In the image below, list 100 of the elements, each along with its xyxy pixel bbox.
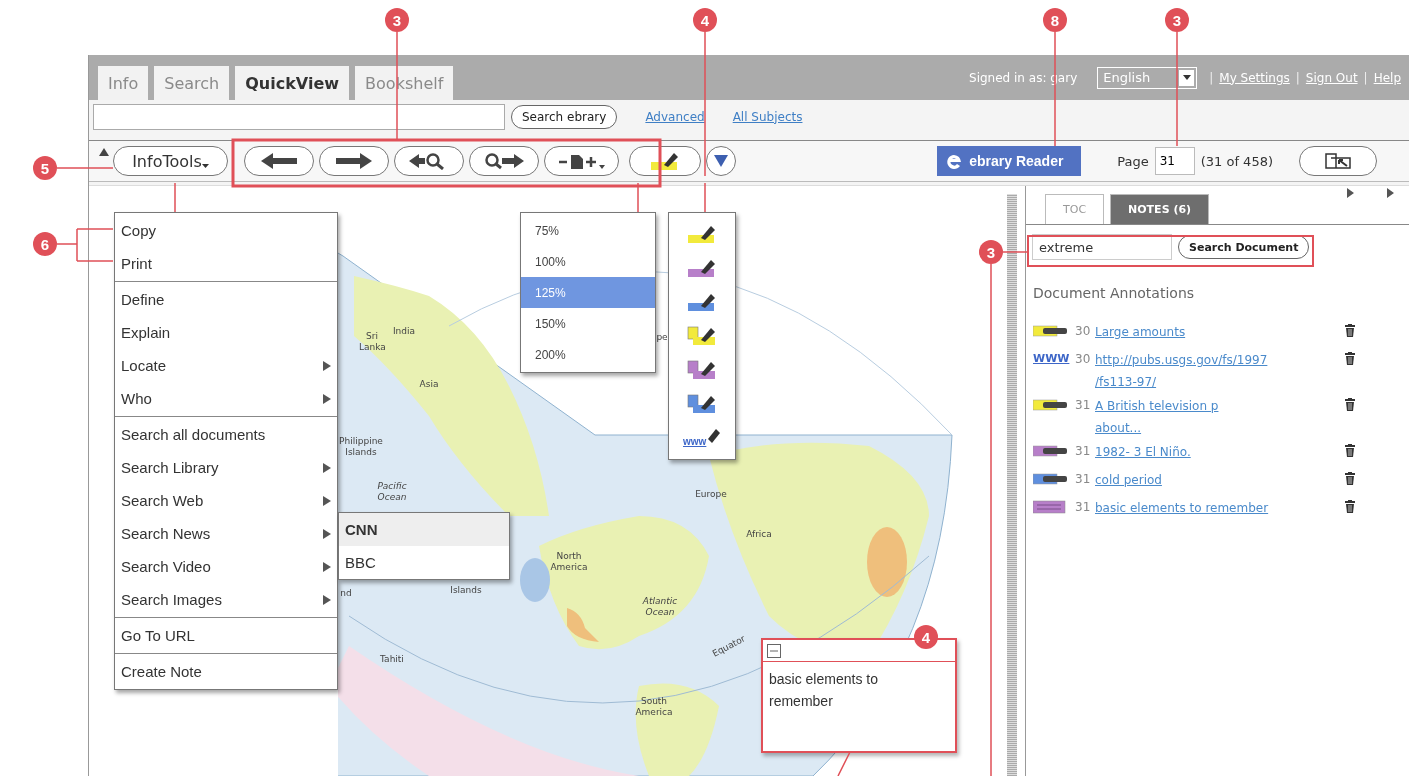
annotation-link[interactable]: http://pubs.usgs.gov/fs/1997 bbox=[1095, 349, 1345, 371]
submenu-arrow-icon bbox=[323, 360, 331, 371]
menu-item[interactable]: Search all documents bbox=[115, 418, 337, 451]
annotation-link[interactable]: Large amounts bbox=[1095, 321, 1345, 343]
menu-item[interactable]: Search News bbox=[115, 517, 337, 550]
callout-number: 4 bbox=[693, 8, 717, 32]
annotation-link[interactable]: basic elements to remember bbox=[1095, 497, 1345, 519]
highlighter-button[interactable] bbox=[629, 146, 701, 176]
menu-item[interactable]: Explain bbox=[115, 316, 337, 349]
annotation-link[interactable]: cold period bbox=[1095, 469, 1345, 491]
page-number: 31 bbox=[1075, 397, 1092, 414]
trash-icon[interactable] bbox=[1345, 324, 1355, 337]
map-label: India bbox=[391, 326, 417, 337]
forward-button[interactable] bbox=[319, 146, 389, 176]
zoom-button[interactable] bbox=[544, 146, 619, 176]
collapse-icon[interactable] bbox=[767, 643, 781, 658]
search-field[interactable] bbox=[93, 103, 505, 130]
map-label: Asia bbox=[418, 379, 440, 390]
down-triangle-icon bbox=[714, 155, 728, 167]
nav-tab[interactable]: QuickView bbox=[235, 66, 350, 100]
map-label: South America bbox=[634, 696, 674, 718]
search-document-button[interactable]: Search Document bbox=[1178, 235, 1310, 259]
zoom-option[interactable]: 75% bbox=[521, 215, 655, 246]
menu-item[interactable]: Who bbox=[115, 382, 337, 415]
page-number: 30 bbox=[1075, 323, 1092, 340]
window-button[interactable] bbox=[1299, 146, 1377, 176]
callout-number: 3 bbox=[1165, 8, 1189, 32]
trash-icon[interactable] bbox=[1345, 472, 1355, 485]
trash-icon[interactable] bbox=[1345, 444, 1355, 457]
search-back-button[interactable] bbox=[394, 146, 464, 176]
menu-item[interactable]: Search Library bbox=[115, 451, 337, 484]
map-label: Tahiti bbox=[379, 654, 405, 665]
map-label: Sri Lanka bbox=[359, 331, 385, 353]
magnifier-arrow-icon bbox=[484, 152, 524, 170]
right-arrow-icon bbox=[336, 153, 372, 169]
map-label: Islands bbox=[449, 585, 483, 596]
callout-number: 6 bbox=[33, 232, 57, 256]
document-search-field[interactable]: extreme bbox=[1032, 234, 1172, 260]
annotation-link[interactable]: about... bbox=[1095, 417, 1345, 439]
note-text: basic elements to remember bbox=[768, 670, 879, 711]
highlighted-region bbox=[567, 608, 599, 642]
menu-item[interactable]: Search Web bbox=[115, 484, 337, 517]
caret-icon bbox=[1182, 75, 1191, 80]
submenu-arrow-icon bbox=[323, 561, 331, 572]
menu-item[interactable]: Copy bbox=[115, 214, 337, 247]
zoom-page-icon bbox=[556, 152, 607, 170]
submenu-arrow-icon bbox=[323, 495, 331, 506]
separator-text: | bbox=[1363, 70, 1368, 85]
map-label: pe bbox=[655, 332, 669, 343]
search-forward-button[interactable] bbox=[469, 146, 539, 176]
zoom-option[interactable]: 200% bbox=[521, 339, 655, 370]
splitter-handle[interactable] bbox=[1007, 194, 1017, 776]
map-label: Europe bbox=[694, 489, 728, 500]
trash-icon[interactable] bbox=[1345, 352, 1355, 365]
menu-item[interactable]: Print bbox=[115, 247, 337, 280]
menu-item[interactable]: Go To URL bbox=[115, 619, 337, 652]
dropdown-button[interactable] bbox=[706, 146, 736, 176]
page-label: Page bbox=[1117, 153, 1149, 169]
annotation-link[interactable]: 1982- 3 El Niño. bbox=[1095, 441, 1345, 463]
menu-item[interactable]: Search Video bbox=[115, 550, 337, 583]
page-number: 31 bbox=[1075, 499, 1092, 516]
submenu-arrow-icon bbox=[323, 462, 331, 473]
callout-number: 3 bbox=[385, 8, 409, 32]
annotation-link[interactable]: A British television p bbox=[1095, 395, 1345, 417]
menu-item[interactable]: Define bbox=[115, 283, 337, 316]
callout-number: 5 bbox=[33, 156, 57, 180]
map-label: North America bbox=[549, 551, 589, 573]
submenu-arrow-icon bbox=[323, 528, 331, 539]
reader-button[interactable]: ebrary Reader bbox=[937, 146, 1082, 176]
trash-icon[interactable] bbox=[1345, 500, 1355, 513]
menu-item[interactable]: CNN bbox=[339, 513, 509, 546]
map-label: Pacific Ocean bbox=[376, 481, 408, 503]
menu-item[interactable]: Search Images bbox=[115, 583, 337, 616]
collapse-icon[interactable] bbox=[99, 147, 109, 157]
map-label: Atlantic Ocean bbox=[641, 596, 679, 618]
annotation-link[interactable]: /fs113-97/ bbox=[1095, 371, 1345, 393]
map-label: Africa bbox=[745, 529, 773, 540]
separator-text: | bbox=[1295, 70, 1300, 85]
menu-item[interactable]: Create Note bbox=[115, 655, 337, 688]
annotations-heading: Document Annotations bbox=[1033, 285, 1196, 301]
submenu-arrow-icon bbox=[323, 393, 331, 404]
search-link[interactable]: All Subjects bbox=[732, 109, 803, 124]
map-label: nd bbox=[339, 588, 353, 599]
page-field[interactable]: 31 bbox=[1154, 147, 1195, 175]
page-count: (31 of 458) bbox=[1200, 153, 1273, 169]
zoom-option[interactable]: 100% bbox=[521, 246, 655, 277]
infotools-button[interactable]: InfoTools bbox=[113, 146, 228, 176]
search-button[interactable]: Search ebrary bbox=[511, 104, 618, 129]
menu-item[interactable]: BBC bbox=[339, 546, 509, 579]
page-number: 30 bbox=[1075, 351, 1092, 368]
caret-icon bbox=[201, 164, 209, 168]
map-label: Philippine Islands bbox=[338, 436, 384, 458]
search-link[interactable]: Advanced bbox=[645, 109, 705, 124]
left-arrow-icon bbox=[261, 153, 297, 169]
back-button[interactable] bbox=[244, 146, 314, 176]
page-number: 31 bbox=[1075, 443, 1092, 460]
panel-tab[interactable]: NOTES (6) bbox=[1110, 194, 1210, 224]
menu-item[interactable]: Locate bbox=[115, 349, 337, 382]
zoom-option[interactable]: 150% bbox=[521, 308, 655, 339]
trash-icon[interactable] bbox=[1345, 398, 1355, 411]
